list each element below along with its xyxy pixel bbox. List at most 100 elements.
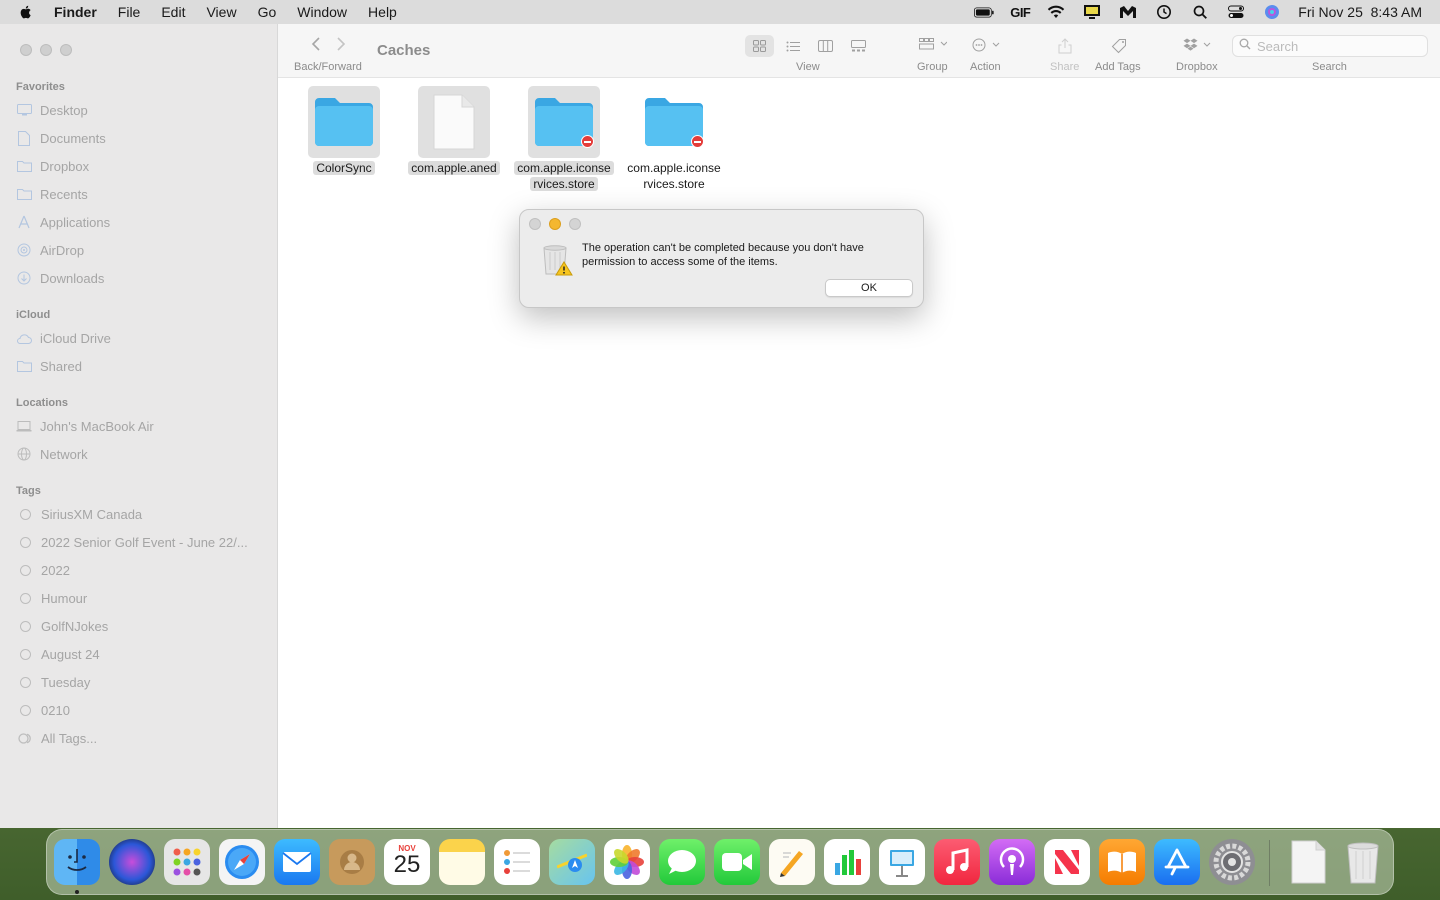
sidebar-item-applications[interactable]: Applications bbox=[16, 212, 266, 232]
dock-music-icon[interactable] bbox=[934, 839, 980, 885]
sidebar-section-favorites: Favorites bbox=[16, 81, 65, 93]
dock: NOV 25 bbox=[46, 829, 1394, 895]
sidebar-tag-siriusxm-canada[interactable]: SiriusXM Canada bbox=[16, 504, 266, 524]
group-label: Group bbox=[917, 61, 948, 73]
share-icon[interactable] bbox=[1058, 38, 1072, 54]
dialog-minimize-button[interactable] bbox=[549, 218, 561, 230]
sidebar-item-airdrop[interactable]: AirDrop bbox=[16, 240, 266, 260]
dock-facetime-icon[interactable] bbox=[714, 839, 760, 885]
display-menu-icon[interactable] bbox=[1082, 4, 1102, 20]
dock-numbers-icon[interactable] bbox=[824, 839, 870, 885]
sidebar-tag-humour[interactable]: Humour bbox=[16, 588, 266, 608]
tag-icon[interactable] bbox=[1111, 38, 1127, 54]
forward-chevron-icon[interactable] bbox=[336, 37, 346, 51]
gallery-view-button[interactable] bbox=[844, 35, 873, 57]
dock-photos-icon[interactable] bbox=[604, 839, 650, 885]
dropbox-icon[interactable] bbox=[1183, 38, 1213, 51]
view-mode-segmented-control bbox=[745, 35, 873, 57]
file-item-com-apple-aned[interactable]: com.apple.aned bbox=[397, 86, 511, 176]
menubar-clock[interactable]: Fri Nov 25 8:43 AM bbox=[1298, 4, 1422, 20]
menu-edit[interactable]: Edit bbox=[161, 4, 185, 20]
close-button[interactable] bbox=[20, 44, 32, 56]
sidebar-item-documents[interactable]: Documents bbox=[16, 128, 266, 148]
tag-circle-icon bbox=[20, 508, 31, 520]
menu-view[interactable]: View bbox=[206, 4, 236, 20]
dialog-close-button[interactable] bbox=[529, 218, 541, 230]
action-ellipsis-icon[interactable] bbox=[972, 38, 1002, 52]
time-machine-icon[interactable] bbox=[1154, 4, 1174, 20]
dock-books-icon[interactable] bbox=[1099, 839, 1145, 885]
sidebar-tag-golf-event[interactable]: 2022 Senior Golf Event - June 22/... bbox=[16, 532, 266, 552]
apple-menu-icon[interactable] bbox=[18, 4, 34, 20]
dock-siri-icon[interactable] bbox=[109, 839, 155, 885]
ok-button[interactable]: OK bbox=[825, 279, 913, 297]
dock-contacts-icon[interactable] bbox=[329, 839, 375, 885]
sidebar-tag-0210[interactable]: 0210 bbox=[16, 700, 266, 720]
search-input[interactable] bbox=[1257, 38, 1417, 54]
sidebar-tag-2022[interactable]: 2022 bbox=[16, 560, 266, 580]
dock-notes-icon[interactable] bbox=[439, 839, 485, 885]
sidebar-item-icloud-drive[interactable]: iCloud Drive bbox=[16, 328, 266, 348]
file-item-iconservices-store[interactable]: com.apple.iconse rvices.store bbox=[617, 86, 731, 192]
dock-news-icon[interactable] bbox=[1044, 839, 1090, 885]
sidebar-item-dropbox[interactable]: Dropbox bbox=[16, 156, 266, 176]
group-grid-icon[interactable] bbox=[919, 38, 947, 50]
battery-icon[interactable] bbox=[974, 4, 994, 20]
dock-finder-icon[interactable] bbox=[54, 839, 100, 885]
zoom-button[interactable] bbox=[60, 44, 72, 56]
sidebar-item-desktop[interactable]: Desktop bbox=[16, 100, 266, 120]
gif-capture-icon[interactable]: GIF bbox=[1010, 4, 1031, 20]
dock-safari-icon[interactable] bbox=[219, 839, 265, 885]
tag-circle-icon bbox=[20, 564, 31, 576]
dock-pages-icon[interactable] bbox=[769, 839, 815, 885]
sidebar-item-shared[interactable]: Shared bbox=[16, 356, 266, 376]
spotlight-search-icon[interactable] bbox=[1190, 4, 1210, 20]
list-view-button[interactable] bbox=[778, 35, 807, 57]
menu-file[interactable]: File bbox=[118, 4, 141, 20]
dock-reminders-icon[interactable] bbox=[494, 839, 540, 885]
sidebar-item-downloads[interactable]: Downloads bbox=[16, 268, 266, 288]
dock-trash-icon[interactable] bbox=[1340, 839, 1386, 885]
no-access-badge-icon bbox=[581, 135, 594, 148]
back-chevron-icon[interactable] bbox=[311, 37, 321, 51]
sidebar-tag-august-24[interactable]: August 24 bbox=[16, 644, 266, 664]
menu-bar: Finder File Edit View Go Window Help GIF bbox=[0, 0, 1440, 24]
menu-help[interactable]: Help bbox=[368, 4, 397, 20]
sidebar-item-macbook-air[interactable]: John's MacBook Air bbox=[16, 416, 266, 436]
menu-go[interactable]: Go bbox=[258, 4, 277, 20]
sidebar-section-tags: Tags bbox=[16, 485, 41, 497]
window-title: Caches bbox=[377, 42, 431, 59]
file-item-iconservices-store-selected[interactable]: com.apple.iconse rvices.store bbox=[507, 86, 621, 192]
dock-launchpad-icon[interactable] bbox=[164, 839, 210, 885]
dock-document-icon[interactable] bbox=[1285, 839, 1331, 885]
dock-keynote-icon[interactable] bbox=[879, 839, 925, 885]
folder-icon bbox=[308, 86, 380, 158]
malwarebytes-icon[interactable] bbox=[1118, 4, 1138, 20]
dock-maps-icon[interactable] bbox=[549, 839, 595, 885]
column-view-button[interactable] bbox=[811, 35, 840, 57]
search-field[interactable] bbox=[1232, 35, 1428, 57]
wifi-icon[interactable] bbox=[1046, 4, 1066, 20]
dock-mail-icon[interactable] bbox=[274, 839, 320, 885]
dock-messages-icon[interactable] bbox=[659, 839, 705, 885]
icon-view-button[interactable] bbox=[745, 35, 774, 57]
siri-icon[interactable] bbox=[1262, 4, 1282, 20]
sidebar-tag-golfnjokes[interactable]: GolfNJokes bbox=[16, 616, 266, 636]
sidebar-item-network[interactable]: Network bbox=[16, 444, 266, 464]
laptop-icon bbox=[16, 418, 32, 434]
file-item-colorsync[interactable]: ColorSync bbox=[287, 86, 401, 176]
dock-calendar-icon[interactable]: NOV 25 bbox=[384, 839, 430, 885]
menu-window[interactable]: Window bbox=[297, 4, 347, 20]
menu-app-finder[interactable]: Finder bbox=[54, 4, 97, 20]
dock-podcasts-icon[interactable] bbox=[989, 839, 1035, 885]
sidebar-item-recents[interactable]: Recents bbox=[16, 184, 266, 204]
sidebar-tag-tuesday[interactable]: Tuesday bbox=[16, 672, 266, 692]
sidebar-item-label: GolfNJokes bbox=[41, 618, 109, 634]
minimize-button[interactable] bbox=[40, 44, 52, 56]
sidebar-tag-all-tags[interactable]: All Tags... bbox=[16, 728, 266, 748]
control-center-icon[interactable] bbox=[1226, 4, 1246, 20]
dock-system-settings-icon[interactable] bbox=[1209, 839, 1255, 885]
folder-icon bbox=[638, 86, 710, 158]
dialog-zoom-button[interactable] bbox=[569, 218, 581, 230]
dock-app-store-icon[interactable] bbox=[1154, 839, 1200, 885]
